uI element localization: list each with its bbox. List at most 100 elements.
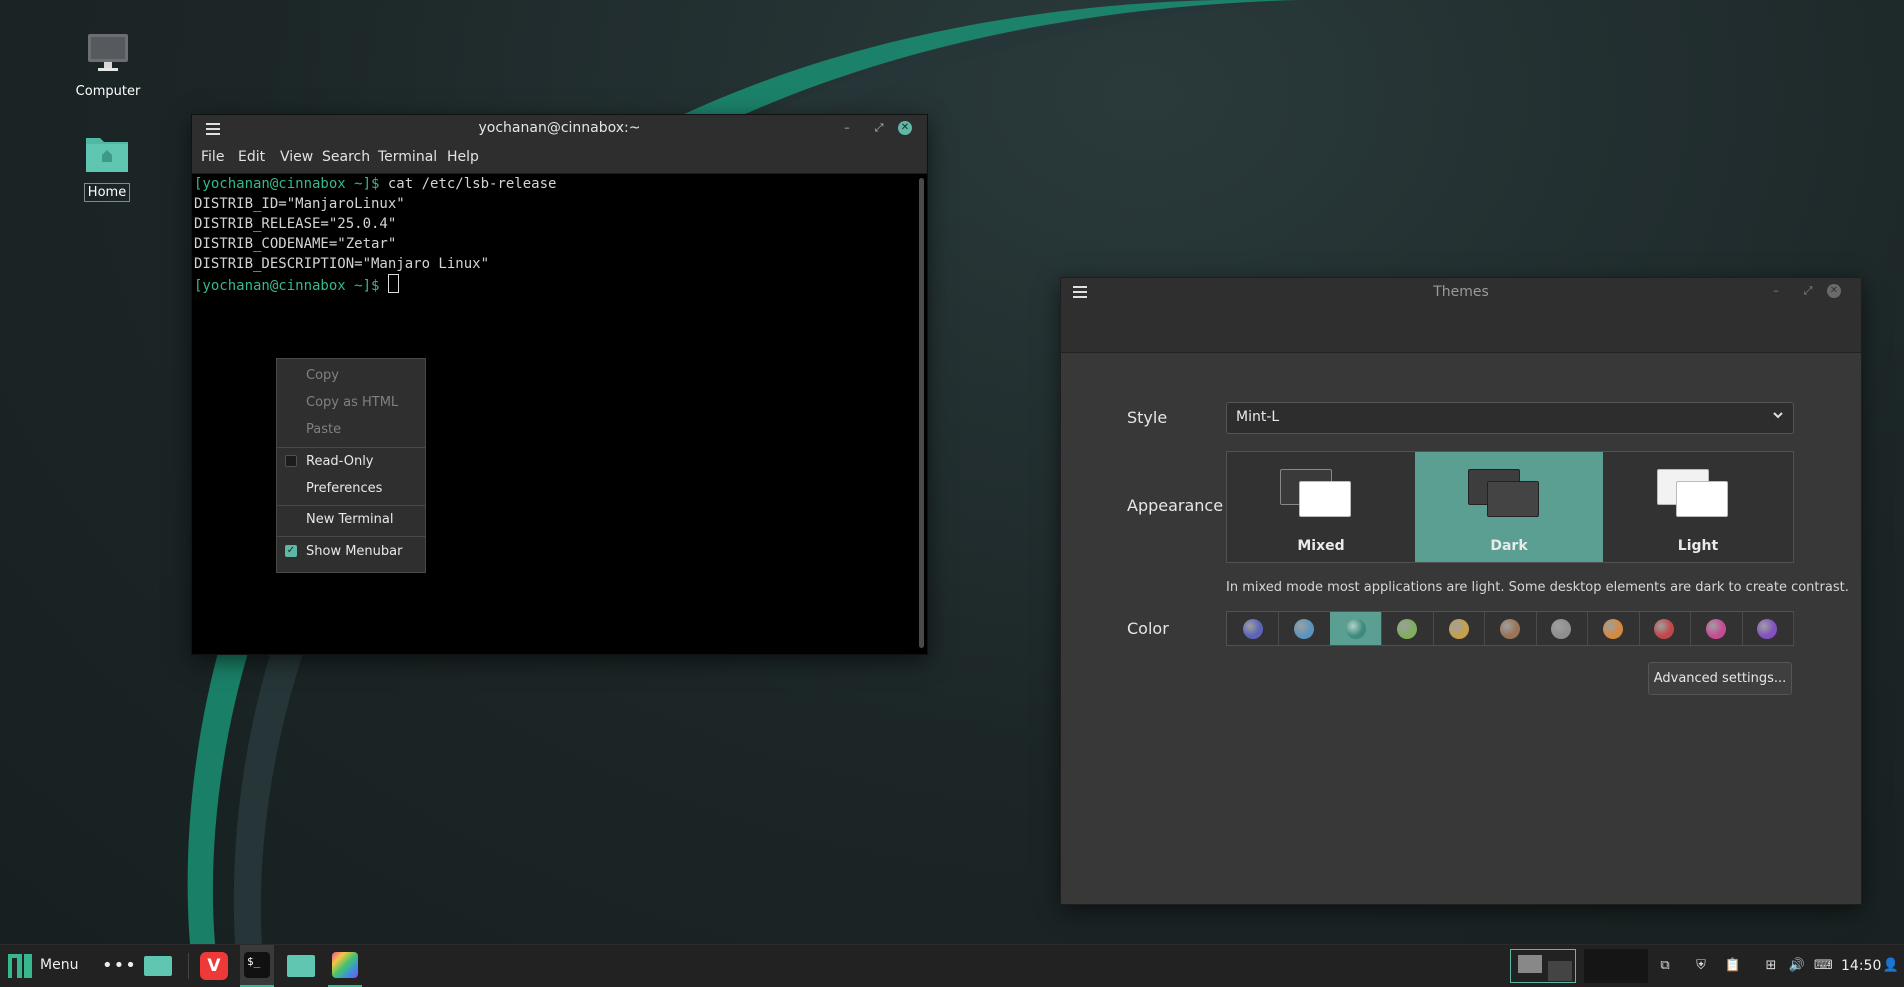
volume-icon[interactable]: 🔊 [1788,957,1806,975]
color-swatch[interactable] [1742,612,1794,645]
menu-item-copy-as-html[interactable]: Copy as HTML [306,395,398,410]
window-title: yochanan@cinnabox:~ [478,120,641,136]
vivaldi-icon: V [200,952,228,980]
workspace-window-thumb [1518,955,1542,973]
menu-search[interactable]: Search [322,149,370,165]
taskbar: Menu ••• V $_ ⧉ ⛨ 📋 ⊞ 🔊 ⌨ 14:50 👤 [0,944,1904,987]
keyboard-icon[interactable]: ⌨ [1814,957,1833,975]
terminal-line: [yochanan@cinnabox ~]$ cat /etc/lsb-rele… [194,176,557,192]
show-desktop-button[interactable] [142,945,172,987]
color-swatch[interactable] [1329,612,1383,645]
color-swatch[interactable] [1381,612,1434,645]
dark-preview-front [1487,481,1539,517]
desktop-icon-home[interactable]: Home [57,132,157,202]
menu-file[interactable]: File [201,149,224,165]
home-folder-icon [86,138,128,172]
shield-icon[interactable]: ⛨ [1692,957,1710,975]
color-swatch-dot [1499,619,1520,639]
minimize-icon[interactable]: – [840,121,854,135]
vivaldi-launcher[interactable]: V [198,945,230,987]
menu-terminal[interactable]: Terminal [378,149,437,165]
menu-item-preferences[interactable]: Preferences [306,481,382,496]
menu-edit[interactable]: Edit [238,149,265,165]
close-icon[interactable]: ✕ [1827,284,1841,298]
text-cursor [387,274,399,293]
desktop-icon-label: Computer [75,84,141,99]
menu-item-paste[interactable]: Paste [306,422,341,437]
manjaro-logo-icon [8,954,32,978]
menu-item-read-only[interactable]: Read-Only [306,454,374,469]
terminal-menubar: File Edit View Search Terminal Help [192,142,927,174]
style-label: Style [1127,408,1168,427]
terminal-line: DISTRIB_ID="ManjaroLinux" [194,196,405,212]
folder-icon [287,955,315,977]
workspace-2[interactable] [1584,949,1648,983]
menu-separator [277,536,425,537]
desktop-icon-label: Home [83,183,131,202]
terminal-line: DISTRIB_RELEASE="25.0.4" [194,216,397,232]
menu-view[interactable]: View [280,149,313,165]
taskbar-separator [188,953,189,979]
color-swatch[interactable] [1639,612,1692,645]
minimize-icon[interactable]: – [1769,284,1783,298]
terminal-launcher-active[interactable]: $_ [240,945,274,987]
style-dropdown[interactable]: Mint-L [1226,402,1794,434]
close-icon[interactable]: ✕ [898,121,912,135]
color-swatch[interactable] [1587,612,1640,645]
clock[interactable]: 14:50 [1841,958,1881,974]
app-grid-button[interactable]: ••• [100,945,136,987]
color-swatch[interactable] [1484,612,1537,645]
menu-item-new-terminal[interactable]: New Terminal [306,512,393,527]
color-swatch-dot [1654,619,1675,639]
maximize-icon[interactable]: ⤢ [872,121,886,135]
appearance-option-mixed[interactable]: Mixed [1227,452,1415,562]
themes-launcher-active[interactable] [328,945,362,987]
chevron-down-icon [1773,412,1783,419]
network-icon[interactable]: ⊞ [1762,957,1780,975]
color-swatch[interactable] [1690,612,1743,645]
advanced-settings-button[interactable]: Advanced settings... [1648,662,1792,695]
workspace-window-thumb [1548,961,1572,981]
terminal-titlebar[interactable]: yochanan@cinnabox:~ – ⤢ ✕ [192,115,927,142]
desktop: Computer Home yochanan@cinnabox:~ – ⤢ ✕ … [0,0,1904,944]
themes-header[interactable]: Themes – ⤢ ✕ [1061,278,1861,353]
user-icon[interactable]: 👤 [1882,957,1900,975]
terminal-line: DISTRIB_DESCRIPTION="Manjaro Linux" [194,256,490,272]
grid-dots-icon: ••• [102,955,137,976]
menu-item-show-menubar[interactable]: Show Menubar [306,544,402,559]
appearance-option-light[interactable]: Light [1604,452,1792,562]
color-swatch-dot [1757,619,1778,639]
files-launcher[interactable] [284,945,318,987]
maximize-icon[interactable]: ⤢ [1801,284,1815,298]
clipboard-icon[interactable]: 📋 [1724,957,1742,975]
color-selector [1226,611,1794,646]
color-swatch-dot [1345,619,1366,639]
menu-separator [277,505,425,506]
color-swatch-dot [1448,619,1469,639]
show-menubar-checkbox[interactable]: ✓ [285,545,297,557]
read-only-checkbox[interactable] [285,455,297,467]
color-swatch-dot [1705,619,1726,639]
themes-window[interactable]: Themes – ⤢ ✕ Style Mint-L Appearance Mix… [1061,278,1861,904]
color-swatch[interactable] [1536,612,1589,645]
desktop-icon [144,956,172,976]
appearance-option-dark[interactable]: Dark [1415,452,1603,562]
color-swatch[interactable] [1227,612,1280,645]
mixed-preview-front [1299,481,1351,517]
style-dropdown-value: Mint-L [1236,409,1280,425]
workspace-1[interactable] [1510,949,1576,983]
menu-item-copy[interactable]: Copy [306,368,339,383]
color-swatch[interactable] [1433,612,1486,645]
color-swatch-dot [1602,619,1623,639]
paint-brush-icon [332,952,358,978]
color-swatch-dot [1551,619,1572,639]
appearance-option-label: Dark [1490,538,1528,554]
color-label: Color [1127,619,1169,638]
start-menu-button[interactable]: Menu [0,945,82,987]
scrollbar[interactable] [919,178,924,648]
terminal-icon: $_ [244,952,270,978]
menu-help[interactable]: Help [447,149,479,165]
color-swatch[interactable] [1278,612,1331,645]
desktop-icon-computer[interactable]: Computer [58,32,158,100]
window-list-icon[interactable]: ⧉ [1656,957,1674,975]
